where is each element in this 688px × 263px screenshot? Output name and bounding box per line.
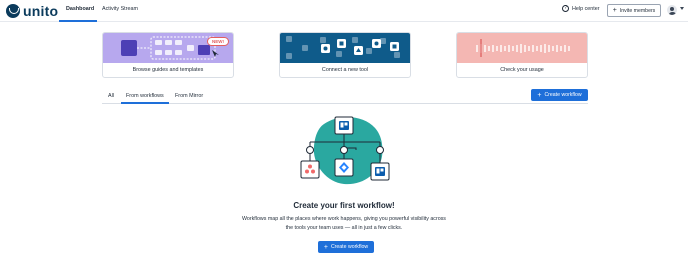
- help-center-link[interactable]: ? Help center: [562, 5, 600, 12]
- unito-logo-icon: [6, 4, 20, 18]
- user-avatar[interactable]: [667, 5, 677, 15]
- empty-state-title: Create your first workflow!: [293, 201, 395, 210]
- invite-members-label: Invite members: [619, 7, 656, 14]
- card-label-browse-guides: Browse guides and templates: [132, 67, 204, 73]
- create-workflow-label: Create workflow: [544, 92, 582, 98]
- top-nav: unito Dashboard Activity Stream ? Help c…: [0, 0, 688, 22]
- nav-tab-activity-stream[interactable]: Activity Stream: [102, 6, 138, 12]
- unito-logo[interactable]: unito: [6, 3, 58, 19]
- chevron-down-icon[interactable]: [680, 7, 684, 10]
- card-browse-guides[interactable]: NEW! Browse guides and templates: [102, 32, 234, 78]
- empty-state-description: Workflows map all the places where work …: [242, 216, 446, 231]
- tools-illustration: [280, 33, 410, 63]
- tab-from-mirror[interactable]: From Mirror: [175, 93, 203, 99]
- active-tab-indicator: [59, 20, 97, 22]
- plus-icon: +: [537, 91, 542, 99]
- card-check-usage[interactable]: Check your usage: [456, 32, 588, 78]
- workflow-illustration: [296, 114, 392, 194]
- create-workflow-label: Create workflow: [330, 244, 369, 250]
- create-workflow-button[interactable]: + Create workflow: [531, 89, 588, 101]
- card-label-connect-tool: Connect a new tool: [321, 67, 369, 73]
- new-badge: NEW!: [207, 37, 229, 46]
- plus-icon: +: [612, 7, 617, 14]
- tab-all[interactable]: All: [108, 93, 114, 99]
- plus-icon: +: [323, 243, 328, 251]
- tab-from-workflows[interactable]: From workflows: [126, 93, 164, 99]
- help-center-label: Help center: [572, 5, 600, 12]
- nav-tab-dashboard[interactable]: Dashboard: [66, 6, 94, 12]
- active-subtab-indicator: [121, 102, 169, 104]
- help-icon: ?: [562, 5, 569, 12]
- card-connect-tool[interactable]: Connect a new tool: [279, 32, 411, 78]
- brand-name: unito: [23, 3, 59, 19]
- create-first-workflow-button[interactable]: + Create workflow: [318, 241, 374, 253]
- usage-illustration: [457, 33, 587, 63]
- invite-members-button[interactable]: + Invite members: [607, 4, 661, 17]
- card-label-check-usage: Check your usage: [500, 67, 544, 73]
